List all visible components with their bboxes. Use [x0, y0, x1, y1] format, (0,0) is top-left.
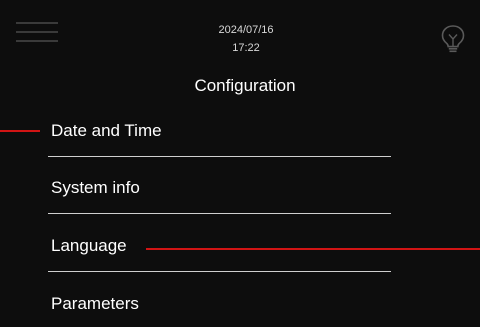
callout-line-left: [0, 130, 40, 132]
menu-item-label: Language: [51, 236, 127, 255]
menu-line: [16, 22, 58, 24]
menu-item-label: Parameters: [51, 294, 139, 313]
menu-line: [16, 31, 58, 33]
time-label: 17:22: [232, 42, 260, 54]
menu-divider: [48, 213, 391, 214]
date-label: 2024/07/16: [218, 24, 274, 36]
callout-line-right: [146, 248, 480, 250]
menu-line: [16, 40, 58, 42]
menu-item-label: Date and Time: [51, 121, 162, 140]
configuration-screen: 2024/07/16 17:22 Configuration Date and …: [0, 0, 480, 327]
menu-item-language[interactable]: Language: [48, 215, 391, 272]
menu-item-system-info[interactable]: System info: [48, 157, 391, 214]
hamburger-menu-icon[interactable]: [16, 22, 58, 44]
menu-item-date-and-time[interactable]: Date and Time: [48, 100, 391, 157]
menu-item-label: System info: [51, 178, 140, 197]
lightbulb-icon[interactable]: [440, 24, 466, 54]
menu-item-parameters[interactable]: Parameters: [48, 273, 391, 327]
lightbulb-icon-graphic: [441, 25, 465, 53]
page-title: Configuration: [194, 76, 296, 95]
menu-divider: [48, 271, 391, 272]
date-time-display: 2024/07/16 17:22: [180, 22, 312, 56]
